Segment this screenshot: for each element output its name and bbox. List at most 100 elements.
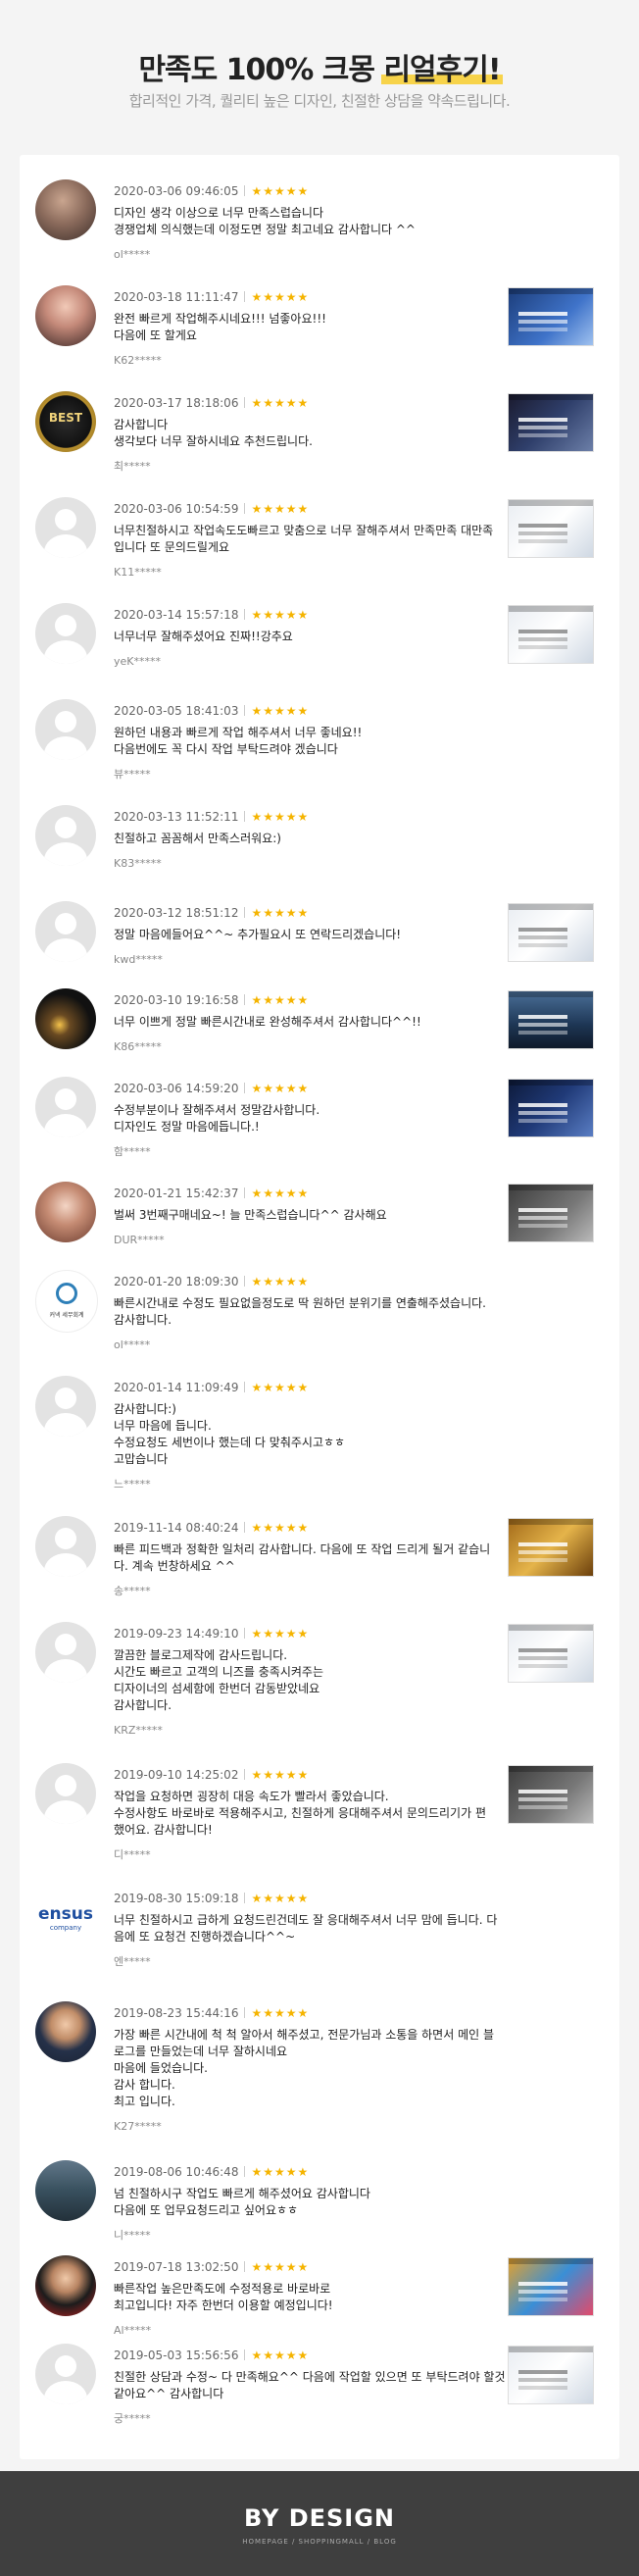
review-text: 경쟁업체 의식했는데 이정도면 정말 최고네요 감사합니다 ^^	[114, 223, 416, 236]
reviewer-avatar	[35, 2160, 96, 2221]
review-text: 너무너무 잘해주셨어요 진짜!!강추요	[114, 630, 293, 643]
review-content: 너무 친절하시고 급하게 요청드린건데도 잘 응대해주셔서 너무 맘에 듭니다.…	[114, 1912, 506, 1970]
review-text: 했어요. 감사합니다!	[114, 1823, 213, 1837]
review-content: 빠른시간내로 수정도 필요없을정도로 딱 원하던 분위기를 연출해주셨습니다. …	[114, 1295, 506, 1353]
review-author: ol*****	[114, 248, 151, 261]
review-content: 너무친절하시고 작업속도도빠르고 맞춤으로 너무 잘해주셔서 만족만족 대만족 …	[114, 523, 506, 581]
review-thumbnail[interactable]	[508, 1079, 594, 1137]
review-meta: 2020-03-06 09:46:05 ★★★★★	[114, 183, 309, 199]
review-text: 최고입니다! 자주 한번더 이용할 예정입니다!	[114, 2298, 333, 2312]
review-meta: 2020-03-17 18:18:06 ★★★★★	[114, 395, 309, 411]
footer-tagline: HOMEPAGE / SHOPPINGMALL / BLOG	[242, 2538, 397, 2546]
review-meta: 2019-11-14 08:40:24 ★★★★★	[114, 1520, 309, 1536]
review-date: 2019-05-03 15:56:56	[114, 2348, 239, 2362]
footer-logo: BY DESIGN	[243, 2504, 396, 2532]
review-author: DUR*****	[114, 1234, 165, 1246]
review-content: 빠른 피드백과 정확한 일처리 감사합니다. 다음에 또 작업 드리게 될거 같…	[114, 1541, 506, 1599]
review-content: 감사합니다:) 너무 마음에 듭니다. 수정요청도 세번이나 했는데 다 맞춰주…	[114, 1401, 506, 1492]
review-text: 음에 또 요청건 진행하겠습니다^^~	[114, 1930, 296, 1944]
review-meta: 2020-03-05 18:41:03 ★★★★★	[114, 703, 309, 719]
reviewer-avatar	[35, 1077, 96, 1137]
star-rating-icon: ★★★★★	[251, 992, 310, 1007]
star-rating-icon: ★★★★★	[251, 1520, 310, 1535]
review-author: K83*****	[114, 857, 162, 870]
review-date: 2020-01-14 11:09:49	[114, 1380, 239, 1394]
review-author: yeK*****	[114, 655, 161, 668]
reviewer-avatar	[35, 2344, 96, 2404]
review-text: 다음번에도 꼭 다시 작업 부탁드려야 겠습니다	[114, 742, 338, 756]
review-text: 최고 입니다.	[114, 2095, 175, 2108]
review-thumbnail[interactable]	[508, 903, 594, 962]
star-rating-icon: ★★★★★	[251, 183, 310, 198]
reviewer-avatar	[35, 1887, 96, 1947]
review-thumbnail[interactable]	[508, 990, 594, 1049]
review-date: 2020-03-06 14:59:20	[114, 1081, 239, 1095]
review-meta: 2020-03-18 11:11:47 ★★★★★	[114, 289, 309, 305]
title-highlight: 리얼후기!	[381, 45, 503, 88]
review-date: 2019-07-18 13:02:50	[114, 2259, 239, 2274]
star-rating-icon: ★★★★★	[251, 1626, 310, 1641]
star-rating-icon: ★★★★★	[251, 2348, 310, 2362]
review-author: 송*****	[114, 1585, 151, 1597]
review-text: 넘 친절하시구 작업도 빠르게 해주셨어요 감사합니다	[114, 2187, 370, 2200]
review-text: 가장 빠른 시간내에 척 척 알아서 해주셨고, 전문가님과 소통을 하면서 메…	[114, 2028, 495, 2042]
reviewer-avatar	[35, 805, 96, 866]
review-text: 시간도 빠르고 고객의 니즈를 충족시켜주는	[114, 1665, 323, 1679]
review-meta: 2019-09-10 14:25:02 ★★★★★	[114, 1767, 309, 1783]
review-thumbnail[interactable]	[508, 1765, 594, 1824]
review-content: 수정부분이나 잘해주셔서 정말감사합니다. 디자인도 정말 마음에듭니다.! 함…	[114, 1102, 506, 1160]
review-text: 작업을 요청하면 굉장히 대응 속도가 빨라서 좋았습니다.	[114, 1790, 389, 1803]
review-content: 작업을 요청하면 굉장히 대응 속도가 빨라서 좋았습니다. 수정사항도 바로바…	[114, 1789, 506, 1863]
review-meta: 2019-08-06 10:46:48 ★★★★★	[114, 2164, 309, 2180]
review-date: 2020-03-13 11:52:11	[114, 809, 239, 824]
review-content: 친절한 상담과 수정~ 다 만족해요^^ 다음에 작업할 있으면 또 부탁드려야…	[114, 2369, 506, 2427]
review-content: 넘 친절하시구 작업도 빠르게 해주셨어요 감사합니다 다음에 또 업무요청드리…	[114, 2186, 506, 2244]
review-author: 뷰*****	[114, 768, 151, 781]
review-text: 너무 친절하시고 급하게 요청드린건데도 잘 응대해주셔서 너무 맘에 듭니다.…	[114, 1913, 498, 1927]
review-list: 2020-03-06 09:46:05 ★★★★★ 디자인 생각 이상으로 너무 …	[20, 155, 619, 2459]
review-thumbnail[interactable]	[508, 287, 594, 346]
review-date: 2019-09-10 14:25:02	[114, 1767, 239, 1782]
review-text: 로그를 만들었는데 너무 잘하시네요	[114, 2045, 288, 2058]
review-text: 원하던 내용과 빠르게 작업 해주셔서 너무 좋네요!!	[114, 726, 363, 739]
review-text: 깔끔한 블로그제작에 감사드립니다.	[114, 1648, 288, 1662]
review-thumbnail[interactable]	[508, 393, 594, 452]
review-thumbnail[interactable]	[508, 499, 594, 558]
review-thumbnail[interactable]	[508, 1184, 594, 1242]
review-content: 원하던 내용과 빠르게 작업 해주셔서 너무 좋네요!! 다음번에도 꼭 다시 …	[114, 725, 506, 783]
review-meta: 2019-08-30 15:09:18 ★★★★★	[114, 1891, 309, 1906]
review-text: 완전 빠르게 작업해주시네요!!! 넘좋아요!!!	[114, 312, 326, 326]
review-thumbnail[interactable]	[508, 2257, 594, 2316]
review-date: 2019-11-14 08:40:24	[114, 1520, 239, 1535]
star-rating-icon: ★★★★★	[251, 607, 310, 622]
star-rating-icon: ★★★★★	[251, 1767, 310, 1782]
review-thumbnail[interactable]	[508, 2346, 594, 2404]
review-thumbnail[interactable]	[508, 1624, 594, 1683]
review-content: 친절하고 꼼꼼해서 만족스러워요:) K83*****	[114, 831, 506, 872]
review-text: 수정요청도 세번이나 했는데 다 맞춰주시고ㅎㅎ	[114, 1436, 346, 1449]
review-date: 2020-03-12 18:51:12	[114, 905, 239, 920]
review-content: 벌써 3번째구매네요~! 늘 만족스럽습니다^^ 감사해요 DUR*****	[114, 1207, 506, 1248]
reviewer-avatar	[35, 988, 96, 1049]
reviewer-avatar	[35, 1270, 98, 1333]
review-meta: 2020-03-13 11:52:11 ★★★★★	[114, 809, 309, 825]
review-author: K27*****	[114, 2120, 162, 2133]
review-date: 2020-03-06 09:46:05	[114, 183, 239, 198]
review-thumbnail[interactable]	[508, 605, 594, 664]
review-meta: 2019-08-23 15:44:16 ★★★★★	[114, 2005, 309, 2021]
star-rating-icon: ★★★★★	[251, 2164, 310, 2179]
review-text: 다. 계속 번창하세요 ^^	[114, 1559, 235, 1573]
reviewer-avatar	[35, 1182, 96, 1242]
review-text: 같아요^^ 감사합니다	[114, 2387, 224, 2400]
review-author: 느*****	[114, 1478, 151, 1490]
reviewer-avatar	[35, 603, 96, 664]
review-content: 너무너무 잘해주셨어요 진짜!!강추요 yeK*****	[114, 629, 506, 670]
review-author: 함*****	[114, 1145, 151, 1158]
reviewer-avatar	[35, 2001, 96, 2062]
review-meta: 2020-03-06 10:54:59 ★★★★★	[114, 501, 309, 517]
review-date: 2020-03-17 18:18:06	[114, 395, 239, 410]
review-content: 정말 마음에들어요^^~ 추가필요시 또 연락드리겠습니다! kwd*****	[114, 927, 506, 968]
review-author: 엔*****	[114, 1955, 151, 1968]
reviewer-avatar	[35, 179, 96, 240]
review-thumbnail[interactable]	[508, 1518, 594, 1577]
